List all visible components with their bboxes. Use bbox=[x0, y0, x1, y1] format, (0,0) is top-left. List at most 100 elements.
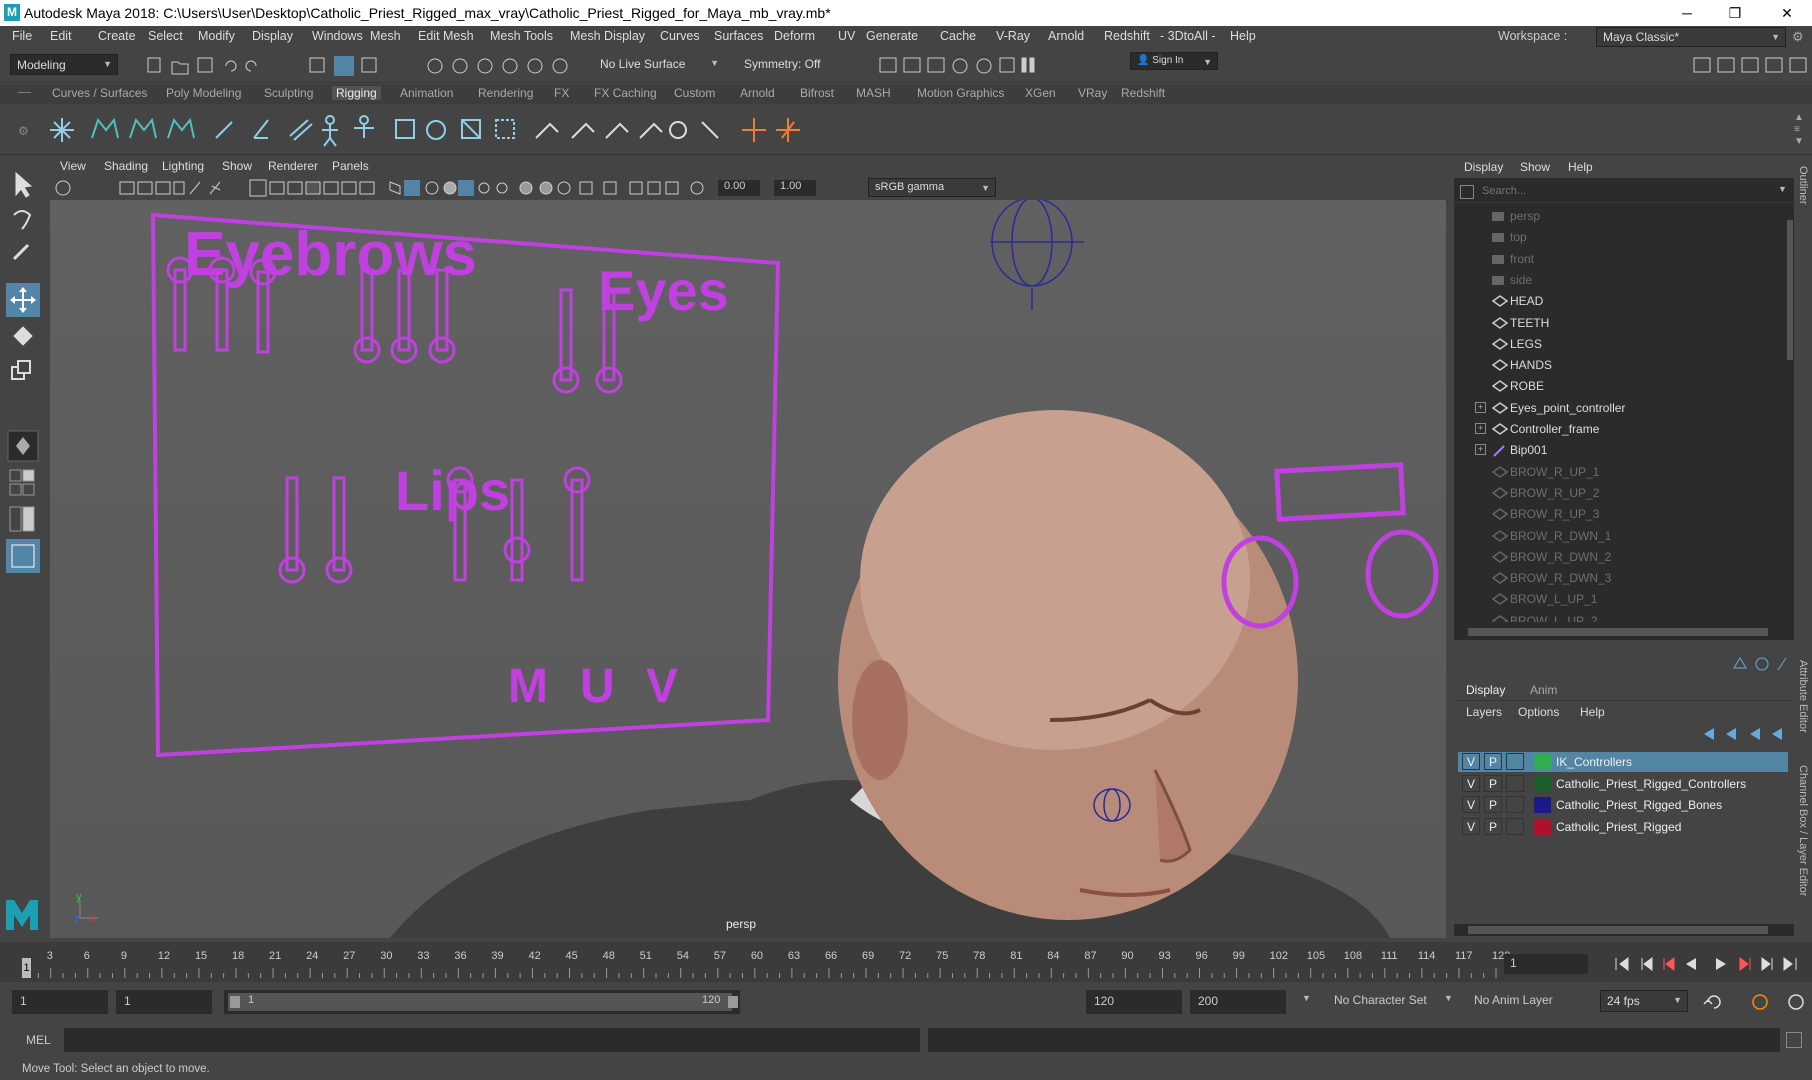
rig-slider[interactable] bbox=[278, 476, 306, 584]
shelf-tab-rigging[interactable]: Rigging bbox=[332, 86, 381, 100]
shelf-tab-motion-graphics[interactable]: Motion Graphics bbox=[917, 86, 1004, 100]
command-input[interactable] bbox=[64, 1028, 920, 1052]
playhead[interactable]: 1 bbox=[22, 958, 31, 978]
script-editor-icon[interactable] bbox=[1786, 1032, 1802, 1048]
outliner-item[interactable]: BROW_R_DWN_2 bbox=[1454, 547, 1784, 568]
layer-playback-toggle[interactable]: P bbox=[1484, 796, 1502, 813]
outliner-item[interactable]: BROW_L_UP_2 bbox=[1454, 611, 1784, 622]
expand-icon[interactable]: + bbox=[1475, 444, 1486, 456]
layer-row[interactable]: V P Catholic_Priest_Rigged_Bones bbox=[1458, 795, 1788, 815]
shelf-scroll-icon[interactable]: ▲ ≡ ▼ bbox=[1794, 112, 1804, 148]
playback-controls[interactable] bbox=[1612, 954, 1812, 976]
layer-playback-toggle[interactable]: P bbox=[1484, 817, 1502, 835]
menu-uv[interactable]: UV bbox=[838, 29, 855, 43]
outliner-item[interactable]: front bbox=[1454, 249, 1784, 270]
menu-modify[interactable]: Modify bbox=[198, 29, 235, 43]
layer-action-icons[interactable] bbox=[1694, 724, 1794, 744]
character-set-dropdown[interactable]: No Character Set bbox=[1334, 993, 1427, 1007]
viewport-menu-panels[interactable]: Panels bbox=[332, 159, 369, 173]
shelf-tab-redshift[interactable]: Redshift bbox=[1121, 86, 1165, 100]
menu-set-dropdown[interactable]: Modeling ▼ bbox=[10, 54, 118, 75]
layer-row[interactable]: V P Catholic_Priest_Rigged bbox=[1458, 817, 1788, 837]
layer-menu-layers[interactable]: Layers bbox=[1466, 705, 1502, 719]
layer-horizontal-scrollbar[interactable] bbox=[1454, 924, 1794, 936]
range-end-handle[interactable] bbox=[728, 996, 738, 1008]
menu-edit[interactable]: Edit bbox=[50, 29, 72, 43]
menu-deform[interactable]: Deform bbox=[774, 29, 815, 43]
outliner-item[interactable]: ROBE bbox=[1454, 376, 1784, 397]
chevron-down-icon[interactable]: ▼ bbox=[1444, 993, 1453, 1003]
shelf-tab-animation[interactable]: Animation bbox=[400, 86, 453, 100]
layer-visibility-toggle[interactable]: V bbox=[1462, 753, 1480, 770]
command-language-label[interactable]: MEL bbox=[26, 1033, 51, 1047]
expand-icon[interactable]: + bbox=[1475, 401, 1486, 413]
sign-in-button[interactable]: 👤 Sign In ▼ bbox=[1130, 52, 1218, 70]
rig-slider[interactable] bbox=[552, 288, 580, 394]
start-time-field[interactable]: 1 bbox=[12, 990, 108, 1014]
outliner-menu-show[interactable]: Show bbox=[1520, 160, 1550, 174]
menu-create[interactable]: Create bbox=[98, 29, 136, 43]
maximize-button[interactable]: ❐ bbox=[1712, 0, 1758, 26]
shelf-tab-custom[interactable]: Custom bbox=[674, 86, 715, 100]
shelf-tab-curves-surfaces[interactable]: Curves / Surfaces bbox=[52, 86, 147, 100]
menu-select[interactable]: Select bbox=[148, 29, 183, 43]
menu-surfaces[interactable]: Surfaces bbox=[714, 29, 763, 43]
live-surface-field[interactable]: No Live Surface ▼ bbox=[594, 54, 724, 75]
layer-tab-display[interactable]: Display bbox=[1466, 683, 1505, 697]
gamma-field[interactable]: 1.00 bbox=[774, 180, 816, 196]
shelf-gear-icon[interactable]: ⚙ bbox=[18, 124, 29, 138]
time-slider[interactable]: 3 6 9 12 15 18 21 24 27 30 33 36 39 42 45 48 51 54 57 60 63 6… bbox=[0, 942, 1812, 982]
menu-redshift[interactable]: Redshift bbox=[1104, 29, 1150, 43]
outliner-item[interactable]: top bbox=[1454, 227, 1784, 248]
layer-display-type[interactable] bbox=[1506, 774, 1524, 792]
fps-dropdown[interactable]: 24 fps ▼ bbox=[1600, 990, 1688, 1012]
shelf-tab-fx[interactable]: FX bbox=[554, 86, 569, 100]
menu-file[interactable]: File bbox=[12, 29, 32, 43]
outliner-item[interactable]: BROW_R_UP_2 bbox=[1454, 483, 1784, 504]
panel-toggle-icons[interactable] bbox=[1686, 54, 1812, 78]
outliner-item[interactable]: persp bbox=[1454, 206, 1784, 227]
menu-cache[interactable]: Cache bbox=[940, 29, 976, 43]
viewport-menu-lighting[interactable]: Lighting bbox=[162, 159, 204, 173]
layer-color-swatch[interactable] bbox=[1534, 818, 1551, 835]
expand-icon[interactable]: + bbox=[1475, 423, 1486, 434]
outliner-item[interactable]: + Controller_frame bbox=[1454, 419, 1784, 440]
perspective-viewport[interactable]: Eyebrows Eyes Lips M U V y z x persp bbox=[50, 200, 1446, 938]
shelf-tab-xgen[interactable]: XGen bbox=[1025, 86, 1056, 100]
layer-display-type[interactable] bbox=[1506, 796, 1524, 813]
shelf-options-icon[interactable]: — bbox=[18, 84, 31, 104]
layer-visibility-toggle[interactable]: V bbox=[1462, 774, 1480, 792]
outliner-menu-help[interactable]: Help bbox=[1568, 160, 1593, 174]
menu-curves[interactable]: Curves bbox=[660, 29, 700, 43]
menu-display[interactable]: Display bbox=[252, 29, 293, 43]
shelf-tab-arnold[interactable]: Arnold bbox=[740, 86, 775, 100]
channel-box-icons[interactable] bbox=[1724, 654, 1794, 676]
layer-row[interactable]: V P IK_Controllers bbox=[1458, 752, 1788, 772]
range-extra-icons[interactable] bbox=[1700, 990, 1810, 1014]
anim-layer-dropdown[interactable]: No Anim Layer bbox=[1474, 993, 1553, 1007]
viewport-menu-shading[interactable]: Shading bbox=[104, 159, 148, 173]
menu-generate[interactable]: Generate bbox=[866, 29, 918, 43]
rig-slider[interactable] bbox=[563, 466, 591, 582]
outliner-item[interactable]: LEGS bbox=[1454, 334, 1784, 355]
layer-playback-toggle[interactable]: P bbox=[1484, 753, 1502, 770]
view-transform-dropdown[interactable]: sRGB gamma ▼ bbox=[868, 178, 996, 197]
shelf-tab-sculpting[interactable]: Sculpting bbox=[264, 86, 313, 100]
symmetry-dropdown[interactable]: Symmetry: Off bbox=[738, 54, 848, 75]
viewport-menu-show[interactable]: Show bbox=[222, 159, 252, 173]
shelf-tab-bifrost[interactable]: Bifrost bbox=[800, 86, 834, 100]
menu-help[interactable]: Help bbox=[1230, 29, 1256, 43]
outliner-item[interactable]: TEETH bbox=[1454, 313, 1784, 334]
chevron-down-icon[interactable]: ▼ bbox=[1778, 184, 1787, 194]
outliner-horizontal-scrollbar[interactable] bbox=[1454, 626, 1794, 638]
range-start-handle[interactable] bbox=[230, 996, 240, 1008]
layer-color-swatch[interactable] bbox=[1534, 775, 1551, 792]
rig-slider[interactable] bbox=[325, 476, 353, 584]
menu-v-ray[interactable]: V-Ray bbox=[996, 29, 1030, 43]
time-slider-track[interactable]: 3 6 9 12 15 18 21 24 27 30 33 36 39 42 45 48 51 54 57 60 63 6… bbox=[20, 946, 1510, 978]
menu-mesh[interactable]: Mesh bbox=[370, 29, 401, 43]
menu-3dtoall[interactable]: - 3DtoAll - bbox=[1160, 29, 1216, 43]
shelf-icon-row[interactable] bbox=[46, 108, 886, 150]
menu-windows[interactable]: Windows bbox=[312, 29, 363, 43]
shelf-tab-poly-modeling[interactable]: Poly Modeling bbox=[166, 86, 241, 100]
